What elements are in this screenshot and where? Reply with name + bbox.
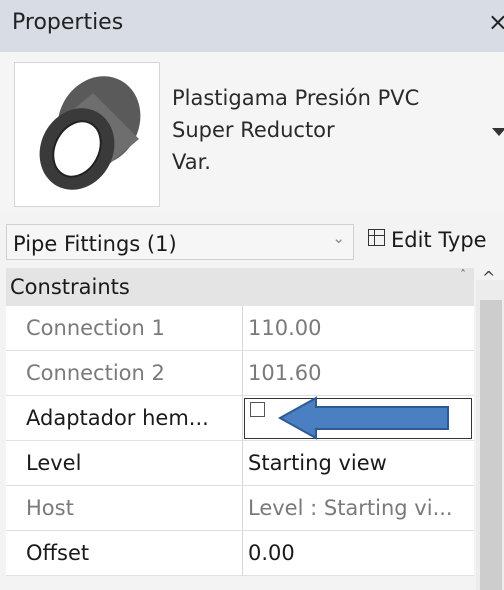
panel-title: Properties [12,10,124,35]
property-row-connection-1[interactable]: Connection 1 110.00 [6,306,474,351]
property-row-offset[interactable]: Offset 0.00 [6,531,474,576]
selection-row: Pipe Fittings (1) ⌄ Edit Type [0,218,504,264]
category-filter-dropdown[interactable]: Pipe Fittings (1) ⌄ [6,224,354,260]
property-name: Adaptador hem... [26,406,209,430]
type-name: Plastigama Presión PVC Super Reductor Va… [172,82,419,178]
close-icon[interactable]: × [488,8,504,36]
type-name-line: Plastigama Presión PVC [172,86,420,110]
property-name: Level [26,451,82,475]
property-row-level[interactable]: Level Starting view [6,441,474,486]
property-name: Connection 1 [26,316,165,340]
column-divider [242,486,243,531]
adaptador-checkbox[interactable] [250,402,265,417]
property-name: Connection 2 [26,361,165,385]
column-divider [242,396,243,441]
properties-titlebar: Properties × [0,0,504,52]
scroll-up-icon[interactable]: ^ [482,268,495,287]
edit-type-button[interactable]: Edit Type [368,228,487,252]
column-divider [242,351,243,396]
property-row-host[interactable]: Host Level : Starting vi... [6,486,474,531]
edit-type-icon [368,229,385,246]
type-dropdown-icon[interactable] [492,128,504,136]
property-value: Starting view [248,451,387,475]
type-selector[interactable]: Plastigama Presión PVC Super Reductor Va… [0,52,504,212]
edit-type-label: Edit Type [391,228,487,252]
type-name-line: Var. [172,150,211,174]
pipe-reducer-icon [39,76,141,190]
properties-grid: Constraints ˆ Connection 1 110.00 Connec… [6,268,474,590]
property-value: Level : Starting vi... [248,496,453,520]
column-divider [242,441,243,486]
column-divider [242,531,243,576]
property-value: 110.00 [248,316,322,340]
property-row-adaptador[interactable]: Adaptador hem... [6,396,474,441]
property-row-connection-2[interactable]: Connection 2 101.60 [6,351,474,396]
property-value: 101.60 [248,361,322,385]
chevron-down-icon: ⌄ [332,229,345,247]
collapse-icon[interactable]: ˆ [460,268,466,282]
arrow-annotation-icon [277,396,449,440]
group-label: Constraints [10,275,130,299]
property-name: Host [26,496,74,520]
type-name-line: Super Reductor [172,118,335,142]
property-name: Offset [26,541,90,565]
group-header-constraints[interactable]: Constraints ˆ [6,268,474,306]
type-thumbnail [14,62,160,207]
column-divider [242,306,243,351]
scrollbar-thumb[interactable] [480,300,502,590]
category-label: Pipe Fittings (1) [13,232,177,256]
property-value: 0.00 [248,541,295,565]
